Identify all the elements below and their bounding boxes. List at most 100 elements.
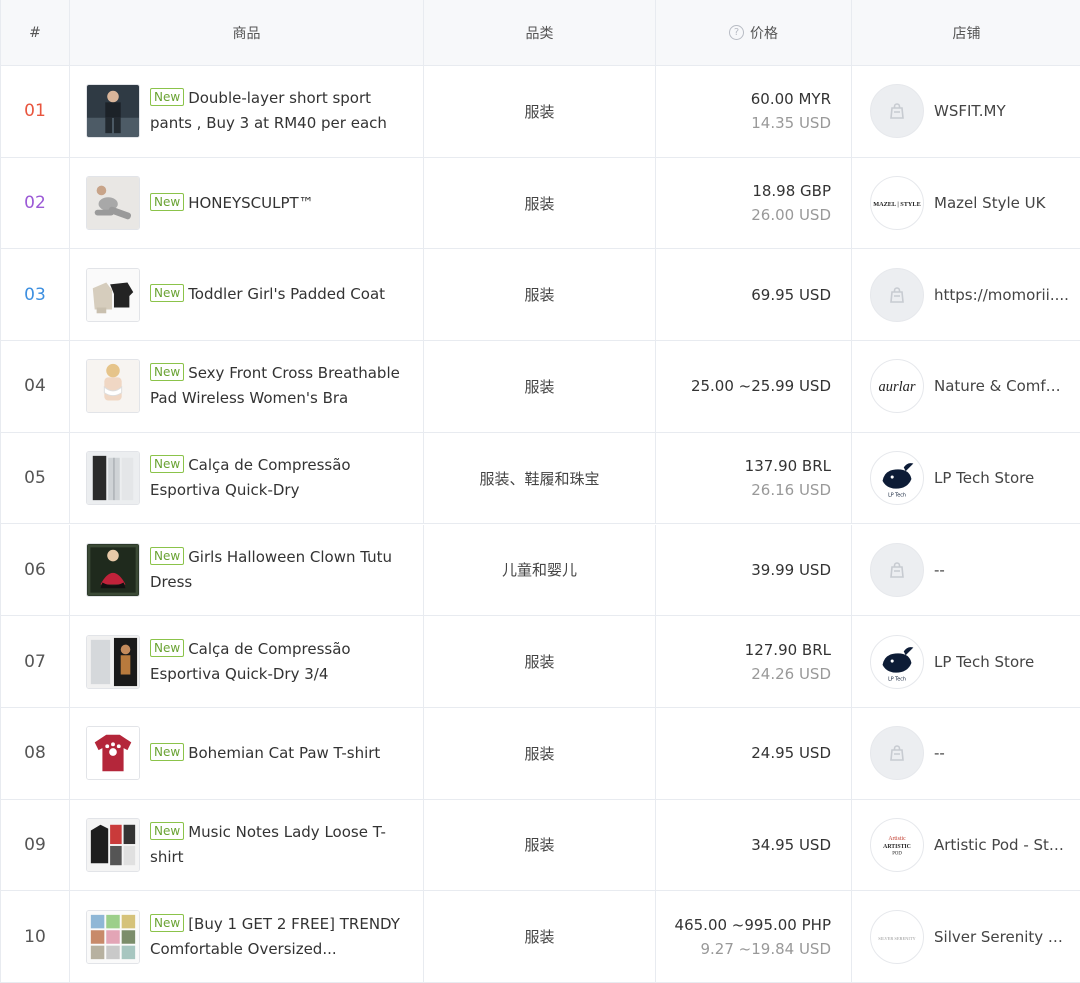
product-thumbnail[interactable] <box>86 359 140 414</box>
product-ranking-table: # 商品 品类 ? 价格 店铺 01 New Double-layer short… <box>0 0 1080 983</box>
product-thumbnail[interactable] <box>86 176 140 231</box>
product-title[interactable]: Toddler Girl's Padded Coat <box>188 285 385 303</box>
price-usd: 9.27 ~19.84 USD <box>700 939 832 958</box>
new-badge: New <box>150 88 185 107</box>
rank-number: 01 <box>24 101 46 122</box>
product-info: New Calça de Compressão Esportiva Quick-D… <box>150 453 405 503</box>
product-cell[interactable]: New Calça de Compressão Esportiva Quick-D… <box>70 616 424 707</box>
product-thumbnail[interactable] <box>86 634 140 689</box>
price-local: 60.00 MYR <box>750 90 831 109</box>
product-cell[interactable]: New [Buy 1 GET 2 FREE] TRENDY Comfortable… <box>70 891 424 982</box>
placeholder-shop-icon[interactable] <box>870 542 924 597</box>
product-cell[interactable]: New Double-layer short sport pants , Buy … <box>70 66 424 157</box>
shop-name[interactable]: Mazel Style UK <box>934 194 1069 212</box>
table-row[interactable]: 02 New HONEYSCULPT™ 服装 18.98 GBP 26.00 US… <box>1 157 1080 250</box>
price-block: 39.99 USD <box>751 558 831 582</box>
table-row[interactable]: 10 New [Buy 1 GET 2 FREE] TRENDY Comforta… <box>1 891 1080 983</box>
new-badge: New <box>150 192 185 211</box>
placeholder-shop-icon[interactable] <box>870 726 924 781</box>
table-row[interactable]: 04 New Sexy Front Cross Breathable Pad Wi… <box>1 341 1080 433</box>
shop-cell[interactable]: LP Tech LP Tech Store <box>852 433 1080 524</box>
product-title[interactable]: Music Notes Lady Loose T-shirt <box>150 823 386 866</box>
table-row[interactable]: 09 New Music Notes Lady Loose T-shirt 服装 … <box>1 799 1080 892</box>
price-local: 127.90 BRL <box>744 640 831 659</box>
header-price[interactable]: ? 价格 <box>656 0 852 65</box>
product-title[interactable]: Bohemian Cat Paw T-shirt <box>188 744 380 762</box>
lp-tech-logo[interactable]: LP Tech <box>870 634 924 689</box>
product-cell[interactable]: New Girls Halloween Clown Tutu Dress <box>70 524 424 616</box>
product-thumbnail[interactable] <box>86 267 140 322</box>
silver-serenity-logo[interactable]: SILVER SERENITY <box>870 909 924 964</box>
shop-cell[interactable]: -- <box>852 708 1080 799</box>
new-badge: New <box>150 546 185 565</box>
shop-name[interactable]: LP Tech Store <box>934 469 1069 487</box>
shop-name[interactable]: WSFIT.MY <box>934 102 1069 120</box>
placeholder-shop-icon[interactable] <box>870 267 924 322</box>
svg-text:aurlar: aurlar <box>879 379 916 395</box>
product-info: New Toddler Girl's Padded Coat <box>150 282 405 307</box>
category-cell: 服装 <box>424 157 656 249</box>
shop-cell[interactable]: Artistic ARTISTIC POD Artistic Pod - Sto..… <box>852 800 1080 891</box>
product-thumbnail[interactable] <box>86 909 140 964</box>
table-row[interactable]: 07 New Calça de Compressão Esportiva Quic… <box>1 616 1080 708</box>
rank-cell: 09 <box>1 799 70 891</box>
table-row[interactable]: 08 New Bohemian Cat Paw T-shirt 服装 24.95 … <box>1 707 1080 800</box>
product-title[interactable]: Double-layer short sport pants , Buy 3 a… <box>150 89 387 132</box>
price-cell: 18.98 GBP 26.00 USD <box>656 157 852 249</box>
product-thumbnail[interactable] <box>86 451 140 506</box>
shop-name[interactable]: https://momorii.... <box>934 286 1069 304</box>
product-cell[interactable]: New Calça de Compressão Esportiva Quick-D… <box>70 432 424 524</box>
product-title[interactable]: Sexy Front Cross Breathable Pad Wireless… <box>150 364 400 407</box>
shop-name[interactable]: -- <box>934 744 1069 762</box>
rank-cell: 02 <box>1 157 70 249</box>
product-info: New [Buy 1 GET 2 FREE] TRENDY Comfortable… <box>150 912 405 962</box>
rank-cell: 01 <box>1 66 70 157</box>
shop-cell[interactable]: SILVER SERENITY Silver Serenity S... <box>852 891 1080 982</box>
placeholder-shop-icon[interactable] <box>870 84 924 139</box>
rank-number: 05 <box>24 468 46 489</box>
lp-tech-logo[interactable]: LP Tech <box>870 451 924 506</box>
product-title[interactable]: HONEYSCULPT™ <box>188 194 314 212</box>
product-title[interactable]: Girls Halloween Clown Tutu Dress <box>150 548 392 591</box>
product-thumbnail[interactable] <box>86 817 140 872</box>
artistic-pod-logo[interactable]: Artistic ARTISTIC POD <box>870 817 924 872</box>
price-cell: 127.90 BRL 24.26 USD <box>656 616 852 707</box>
product-info: New Bohemian Cat Paw T-shirt <box>150 741 405 766</box>
shop-cell[interactable]: WSFIT.MY <box>852 66 1080 157</box>
price-local: 39.99 USD <box>751 560 831 579</box>
product-cell[interactable]: New HONEYSCULPT™ <box>70 157 424 249</box>
product-cell[interactable]: New Toddler Girl's Padded Coat <box>70 249 424 341</box>
category-label: 儿童和婴儿 <box>501 561 577 580</box>
category-label: 服装 <box>524 102 555 121</box>
aurlar-logo[interactable]: aurlar <box>870 359 924 414</box>
price-block: 127.90 BRL 24.26 USD <box>745 638 831 686</box>
product-cell[interactable]: New Bohemian Cat Paw T-shirt <box>70 707 424 799</box>
product-thumbnail[interactable] <box>86 726 140 781</box>
table-row[interactable]: 06 New Girls Halloween Clown Tutu Dress 儿… <box>1 524 1080 617</box>
product-cell[interactable]: New Sexy Front Cross Breathable Pad Wirel… <box>70 341 424 432</box>
shop-name[interactable]: Artistic Pod - Sto... <box>934 836 1069 854</box>
shop-name[interactable]: Silver Serenity S... <box>934 928 1069 946</box>
new-badge: New <box>150 284 185 303</box>
new-badge: New <box>150 638 185 657</box>
shop-name[interactable]: LP Tech Store <box>934 653 1069 671</box>
mazel-style-logo[interactable]: MAZEL | STYLE <box>870 176 924 231</box>
price-usd: 26.16 USD <box>751 481 831 500</box>
shop-name[interactable]: -- <box>934 561 1069 579</box>
help-icon[interactable]: ? <box>729 25 744 40</box>
shop-cell[interactable]: -- <box>852 525 1080 616</box>
table-row[interactable]: 05 New Calça de Compressão Esportiva Quic… <box>1 432 1080 525</box>
shop-name[interactable]: Nature & Comfor... <box>934 377 1069 395</box>
shop-cell[interactable]: https://momorii.... <box>852 249 1080 340</box>
product-title[interactable]: [Buy 1 GET 2 FREE] TRENDY Comfortable Ov… <box>150 915 400 958</box>
shop-cell[interactable]: LP Tech LP Tech Store <box>852 616 1080 707</box>
product-thumbnail[interactable] <box>86 84 140 139</box>
rank-cell: 04 <box>1 341 70 432</box>
price-block: 25.00 ~25.99 USD <box>691 374 831 398</box>
shop-cell[interactable]: aurlar Nature & Comfor... <box>852 341 1080 432</box>
table-row[interactable]: 03 New Toddler Girl's Padded Coat 服装 69.9… <box>1 249 1080 342</box>
table-row[interactable]: 01 New Double-layer short sport pants , B… <box>1 66 1080 158</box>
shop-cell[interactable]: MAZEL | STYLE Mazel Style UK <box>852 158 1080 249</box>
product-thumbnail[interactable] <box>86 542 140 597</box>
product-cell[interactable]: New Music Notes Lady Loose T-shirt <box>70 799 424 891</box>
